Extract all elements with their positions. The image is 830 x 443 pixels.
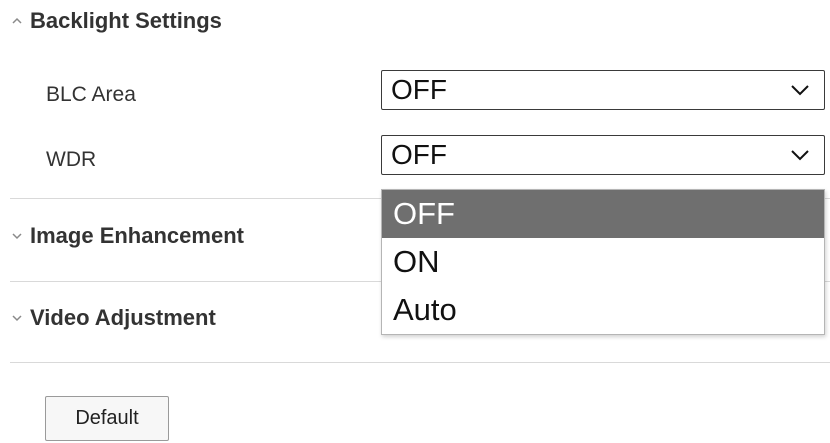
section-header-image-enhancement[interactable]: Image Enhancement	[10, 223, 244, 249]
section-title: Backlight Settings	[30, 8, 222, 33]
blc-area-label: BLC Area	[46, 83, 136, 106]
chevron-down-icon	[790, 149, 810, 161]
section-title: Video Adjustment	[30, 305, 216, 330]
dropdown-option-auto[interactable]: Auto	[382, 286, 824, 334]
blc-area-select[interactable]: OFF	[381, 70, 825, 110]
select-value: OFF	[391, 74, 447, 105]
chevron-down-icon	[10, 229, 24, 243]
section-title: Image Enhancement	[30, 223, 244, 248]
settings-panel: Backlight Settings BLC Area OFF WDR OFF …	[0, 0, 830, 443]
dropdown-option-off[interactable]: OFF	[382, 190, 824, 238]
chevron-down-icon	[790, 84, 810, 96]
default-button[interactable]: Default	[45, 396, 169, 441]
section-divider	[10, 362, 830, 363]
wdr-label: WDR	[46, 148, 97, 171]
select-value: OFF	[391, 139, 447, 170]
section-header-video-adjustment[interactable]: Video Adjustment	[10, 305, 216, 331]
dropdown-option-on[interactable]: ON	[382, 238, 824, 286]
chevron-down-icon	[10, 311, 24, 325]
wdr-dropdown-list: OFF ON Auto	[381, 189, 825, 335]
section-header-backlight-settings[interactable]: Backlight Settings	[10, 8, 222, 34]
chevron-up-icon	[10, 14, 24, 28]
wdr-select[interactable]: OFF	[381, 135, 825, 175]
